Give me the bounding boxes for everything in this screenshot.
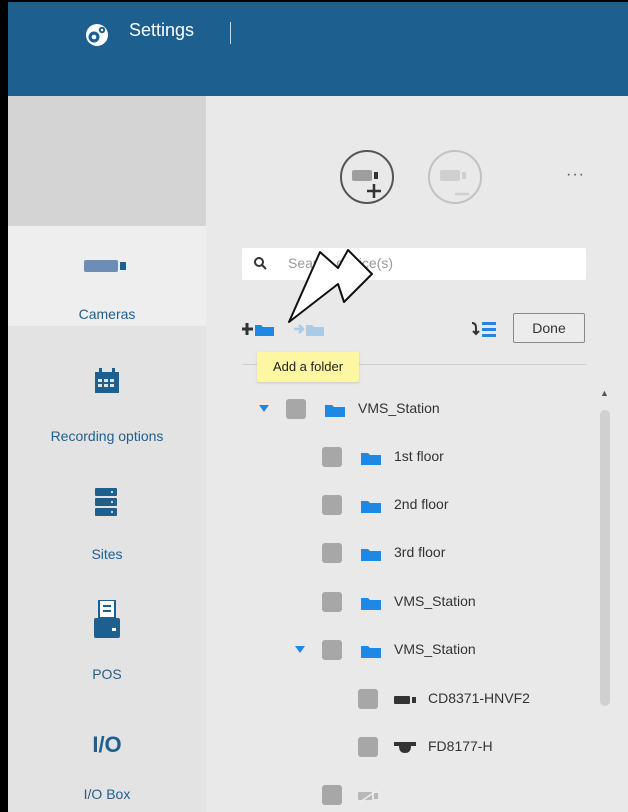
main-panel: ··· Done Add a folder ▲ bbox=[206, 96, 628, 812]
add-folder-tooltip: Add a folder bbox=[257, 352, 359, 382]
tree-item-fd8177-h[interactable]: FD8177-H bbox=[206, 734, 596, 762]
tree-item-1st-floor[interactable]: 1st floor bbox=[206, 444, 596, 472]
expand-caret-icon[interactable] bbox=[294, 645, 306, 655]
sidebar-item-cameras[interactable]: Cameras bbox=[8, 226, 206, 326]
add-camera-button[interactable] bbox=[340, 150, 394, 204]
page-title: Settings bbox=[129, 20, 195, 40]
tree-item-disabled-camera[interactable] bbox=[206, 782, 596, 810]
folder-icon bbox=[361, 646, 381, 658]
checkbox[interactable] bbox=[358, 689, 378, 709]
folder-icon bbox=[361, 501, 381, 513]
tree-item-label: CD8371-HNVF2 bbox=[428, 690, 530, 706]
sidebar-item-label: I/O Box bbox=[83, 786, 131, 802]
sidebar-item-label: Sites bbox=[91, 546, 123, 562]
scroll-up-icon[interactable]: ▲ bbox=[600, 388, 609, 398]
tree-item-3rd-floor[interactable]: 3rd floor bbox=[206, 540, 596, 568]
sidebar-item-label: Cameras bbox=[78, 306, 136, 322]
checkbox[interactable] bbox=[322, 785, 342, 805]
sidebar-item-sites[interactable]: Sites bbox=[8, 466, 206, 566]
checkbox[interactable] bbox=[322, 447, 342, 467]
sidebar-item-label: POS bbox=[92, 666, 122, 682]
camera-icon bbox=[84, 260, 126, 272]
camera-minus-icon bbox=[440, 170, 469, 196]
checkbox[interactable] bbox=[322, 640, 342, 660]
pos-icon bbox=[94, 600, 120, 638]
search-icon bbox=[254, 257, 267, 270]
add-folder-icon[interactable] bbox=[242, 321, 276, 337]
folder-icon bbox=[361, 453, 381, 465]
camera-plus-icon bbox=[352, 170, 381, 198]
io-icon: I/O bbox=[92, 732, 122, 757]
header-divider bbox=[230, 22, 231, 44]
camera-box-icon bbox=[394, 696, 416, 704]
tree-item-vms-station[interactable]: VMS_Station bbox=[206, 637, 596, 665]
sidebar-item-io-box[interactable]: I/O I/O Box bbox=[8, 706, 206, 812]
folder-icon bbox=[361, 549, 381, 561]
camera-disabled-icon bbox=[358, 790, 379, 802]
tree-item-label: 2nd floor bbox=[394, 496, 449, 512]
tree-item-label: VMS_Station bbox=[394, 641, 476, 657]
mouse-pointer-icon bbox=[288, 249, 373, 323]
sidebar-item-label: Recording options bbox=[50, 428, 164, 444]
tree-item-cd8371-hnvf2[interactable]: CD8371-HNVF2 bbox=[206, 686, 596, 714]
tree-item-vms-station[interactable]: VMS_Station bbox=[206, 396, 596, 424]
app-header: Settings bbox=[8, 2, 628, 96]
tree-item-2nd-floor[interactable]: 2nd floor bbox=[206, 492, 596, 520]
remove-camera-button[interactable] bbox=[428, 150, 482, 204]
sidebar-item-recording-options[interactable]: Recording options bbox=[8, 346, 206, 446]
checkbox[interactable] bbox=[322, 543, 342, 563]
scrollbar[interactable] bbox=[600, 410, 610, 706]
gear-icon bbox=[86, 24, 108, 46]
checkbox[interactable] bbox=[322, 592, 342, 612]
expand-caret-icon[interactable] bbox=[258, 404, 270, 414]
more-options-icon[interactable]: ··· bbox=[566, 166, 585, 184]
server-icon bbox=[95, 488, 117, 516]
tree-item-label: 1st floor bbox=[394, 448, 444, 464]
sidebar-top-area bbox=[8, 96, 206, 226]
done-button[interactable]: Done bbox=[513, 313, 585, 343]
sidebar: Cameras Recording options Sites POS I/O … bbox=[8, 96, 206, 812]
tree-item-label: VMS_Station bbox=[394, 593, 476, 609]
folder-icon bbox=[325, 405, 345, 417]
tree-item-vms-station[interactable]: VMS_Station bbox=[206, 589, 596, 617]
camera-dome-icon bbox=[394, 742, 416, 753]
checkbox[interactable] bbox=[322, 495, 342, 515]
sidebar-item-pos[interactable]: POS bbox=[8, 586, 206, 686]
tree-item-label: 3rd floor bbox=[394, 544, 446, 560]
tree-item-label: FD8177-H bbox=[428, 738, 493, 754]
folder-icon bbox=[361, 598, 381, 610]
settings-window: Settings Cameras Recording options Sites… bbox=[8, 2, 628, 812]
calendar-icon bbox=[95, 368, 119, 393]
tree-item-label: VMS_Station bbox=[358, 400, 440, 416]
checkbox[interactable] bbox=[358, 737, 378, 757]
checkbox[interactable] bbox=[286, 399, 306, 419]
sort-list-icon[interactable] bbox=[470, 319, 500, 339]
